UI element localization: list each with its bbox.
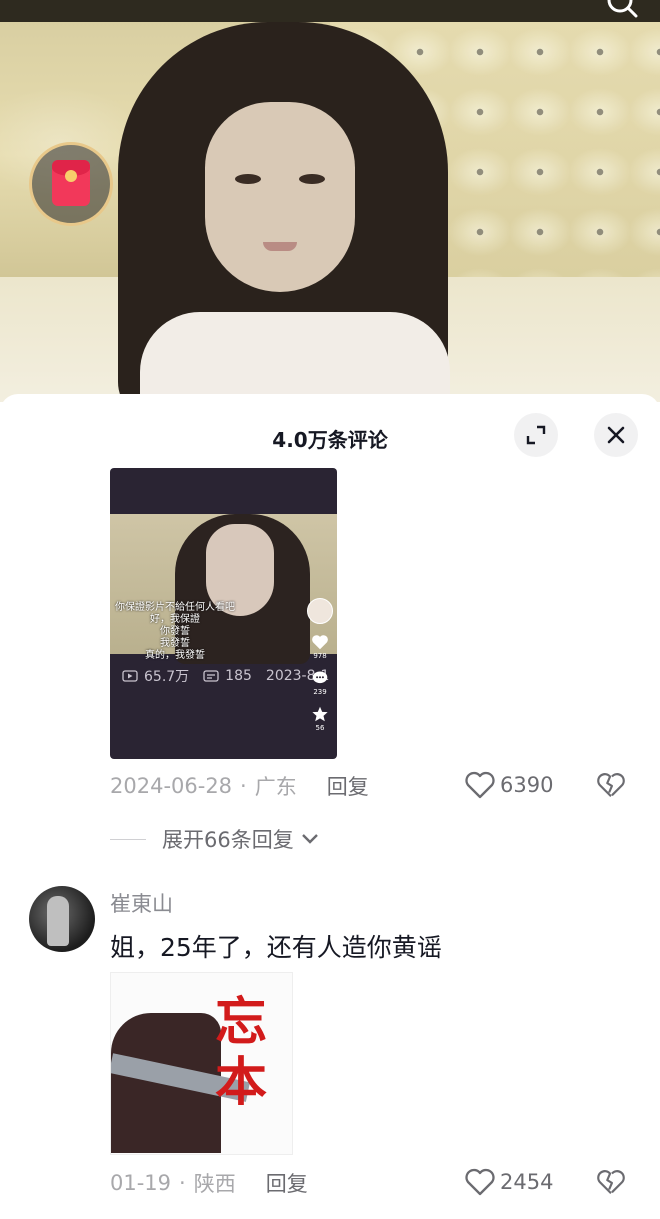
comment-date: 01-19 (110, 1171, 172, 1195)
comment-date: 2024-06-28 (110, 774, 233, 798)
comment-bubble-icon (312, 671, 328, 684)
heart-outline-icon (465, 1168, 495, 1196)
video-person-face (205, 102, 355, 292)
video-player[interactable] (0, 22, 660, 402)
caption-line: 你保證影片不給任何人看吧 (115, 602, 235, 613)
comment-video-attachment[interactable]: 你保證影片不給任何人看吧 好，我保證 你發誓 我發誓 真的，我發誓 65.7万 (110, 468, 337, 759)
comments-count: 185 (225, 668, 252, 684)
video-caption: 你保證影片不給任何人看吧 好，我保證 你發誓 我發誓 真的，我發誓 (110, 602, 240, 662)
comment-location: 广东 (254, 775, 297, 799)
side-comment: 239 (307, 670, 333, 696)
eye (299, 174, 325, 184)
eye (235, 174, 261, 184)
video-person-shirt (140, 312, 450, 402)
top-bar (0, 0, 660, 22)
play-icon (122, 670, 138, 682)
like-button[interactable]: 6390 (464, 771, 553, 799)
caption-line: 我發誓 (160, 638, 190, 649)
red-packet-button[interactable] (29, 142, 113, 226)
comment-username[interactable]: 崔東山 (110, 888, 173, 918)
broken-heart-icon (597, 1170, 625, 1195)
caption-line: 你發誓 (160, 626, 190, 637)
expand-button[interactable] (514, 413, 558, 457)
expand-replies-label: 展开66条回复 (162, 828, 294, 852)
close-icon (607, 426, 625, 444)
side-favorite: 56 (307, 706, 333, 732)
search-icon[interactable] (602, 0, 642, 22)
dislike-button[interactable] (596, 1168, 626, 1200)
close-button[interactable] (594, 413, 638, 457)
expand-replies-button[interactable]: 展开66条回复 (110, 824, 320, 854)
video-thumbnail: 你保證影片不給任何人看吧 好，我保證 你發誓 我發誓 真的，我發誓 (110, 514, 337, 664)
divider-line (110, 838, 146, 840)
comments-count-title: 4.0万条评论 (272, 428, 388, 452)
side-comments-count: 239 (313, 688, 327, 696)
like-count: 6390 (500, 773, 554, 797)
red-packet-icon (52, 160, 90, 206)
comment-meta: 2024-06-28 · 广东 回复 (110, 771, 369, 801)
comment-text: 姐，25年了，还有人造你黄谣 (110, 933, 442, 962)
views-count: 65.7万 (144, 669, 190, 685)
separator-dot: · (240, 774, 247, 798)
like-button[interactable]: 2454 (464, 1168, 553, 1196)
video-side-actions: 978 239 56 (307, 598, 333, 742)
video-stats: 65.7万 185 2023-8-1 (122, 666, 329, 686)
avatar-figure (47, 896, 69, 946)
side-likes-count: 978 (313, 652, 327, 660)
sticker-text: 忘本 (214, 992, 267, 1113)
caption-line: 好，我保證 (150, 614, 200, 625)
video-author-avatar (307, 598, 333, 624)
expand-icon (526, 425, 546, 445)
caption-line: 真的，我發誓 (145, 650, 205, 661)
broken-heart-icon (597, 773, 625, 798)
comments-stat: 185 (203, 668, 252, 684)
coin (65, 170, 77, 182)
comment-location: 陕西 (193, 1172, 236, 1196)
comment-icon (203, 670, 219, 682)
heart-outline-icon (465, 771, 495, 799)
star-icon (312, 706, 328, 722)
reply-button[interactable]: 回复 (327, 771, 369, 801)
dislike-button[interactable] (596, 771, 626, 803)
like-count: 2454 (500, 1170, 554, 1194)
avatar[interactable] (29, 886, 95, 952)
comment-meta: 01-19 · 陕西 回复 (110, 1168, 308, 1198)
side-like: 978 (307, 634, 333, 660)
views-stat: 65.7万 (122, 666, 189, 686)
heart-icon (312, 635, 328, 650)
comments-sheet: 4.0万条评论 你保證影片不給任何人看吧 好，我保證 你發誓 我發誓 真的，我發… (0, 394, 660, 1219)
reply-button[interactable]: 回复 (266, 1168, 308, 1198)
comment-sticker-image[interactable]: 忘本 (110, 972, 293, 1155)
separator-dot: · (179, 1171, 186, 1195)
chevron-down-icon (301, 834, 318, 844)
side-favorites-count: 56 (315, 724, 325, 732)
mouth (263, 242, 297, 251)
